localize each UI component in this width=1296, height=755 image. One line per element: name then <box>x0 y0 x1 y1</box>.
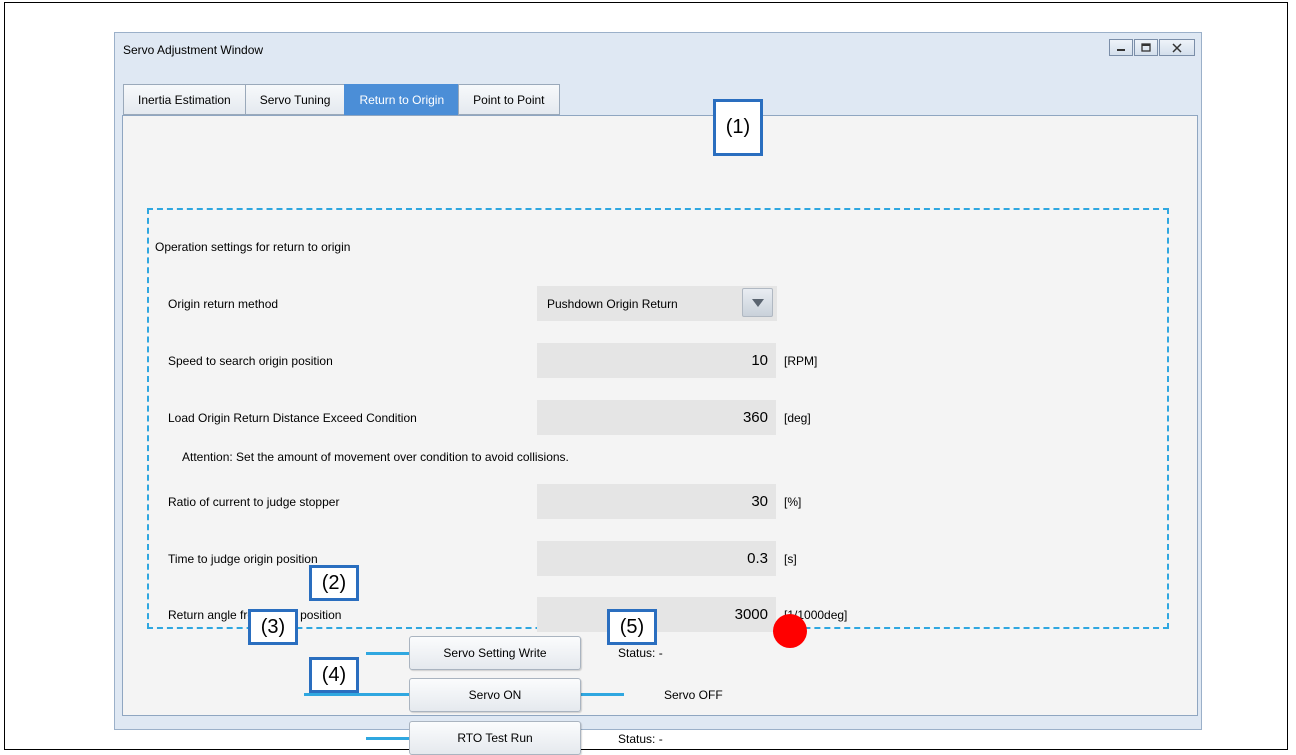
window-controls <box>1109 39 1195 56</box>
write-status: Status: - <box>618 646 663 660</box>
servo-status-indicator <box>773 614 807 648</box>
maximize-icon[interactable] <box>1134 39 1158 56</box>
servo-on-button[interactable]: Servo ON <box>409 678 581 712</box>
judge-time-unit: [s] <box>784 552 797 566</box>
callout-3: (3) <box>248 609 298 645</box>
window-title: Servo Adjustment Window <box>123 43 264 57</box>
exceed-condition-field[interactable]: 360 <box>537 400 776 435</box>
callout-3-connector <box>304 693 410 696</box>
rto-test-run-button[interactable]: RTO Test Run <box>409 721 581 755</box>
callout-5-connector <box>580 693 624 696</box>
search-speed-unit: [RPM] <box>784 354 818 368</box>
tab-servo-tuning[interactable]: Servo Tuning <box>244 84 345 115</box>
origin-method-value: Pushdown Origin Return <box>547 296 678 311</box>
callout-2-connector <box>366 652 410 655</box>
tab-return-to-origin[interactable]: Return to Origin <box>344 84 459 115</box>
tab-bar: Inertia Estimation Servo Tuning Return t… <box>123 84 560 115</box>
search-speed-field[interactable]: 10 <box>537 343 776 378</box>
search-speed-label: Speed to search origin position <box>168 354 333 368</box>
servo-state-text: Servo OFF <box>664 688 723 702</box>
current-ratio-unit: [%] <box>784 495 802 509</box>
attention-note: Attention: Set the amount of movement ov… <box>182 450 569 464</box>
current-ratio-field[interactable]: 30 <box>537 484 776 519</box>
origin-method-dropdown[interactable]: Pushdown Origin Return <box>537 286 777 321</box>
callout-4-connector <box>366 737 410 740</box>
exceed-condition-unit: [deg] <box>784 411 811 425</box>
origin-method-label: Origin return method <box>168 297 279 311</box>
callout-1: (1) <box>713 99 763 156</box>
title-bar: Servo Adjustment Window <box>115 33 1201 65</box>
current-ratio-label: Ratio of current to judge stopper <box>168 495 340 509</box>
tab-point-to-point[interactable]: Point to Point <box>458 84 560 115</box>
close-icon[interactable] <box>1159 39 1195 56</box>
section-title: Operation settings for return to origin <box>155 240 351 254</box>
callout-2: (2) <box>309 565 359 601</box>
exceed-condition-label: Load Origin Return Distance Exceed Condi… <box>168 411 417 425</box>
tab-inertia-estimation[interactable]: Inertia Estimation <box>123 84 245 115</box>
callout-5: (5) <box>607 609 657 645</box>
chevron-down-icon[interactable] <box>742 288 773 317</box>
minimize-icon[interactable] <box>1109 39 1133 56</box>
servo-setting-write-button[interactable]: Servo Setting Write <box>409 636 581 670</box>
judge-time-label: Time to judge origin position <box>168 552 318 566</box>
callout-4: (4) <box>309 657 359 693</box>
rto-status: Status: - <box>618 732 663 746</box>
judge-time-field[interactable]: 0.3 <box>537 541 776 576</box>
